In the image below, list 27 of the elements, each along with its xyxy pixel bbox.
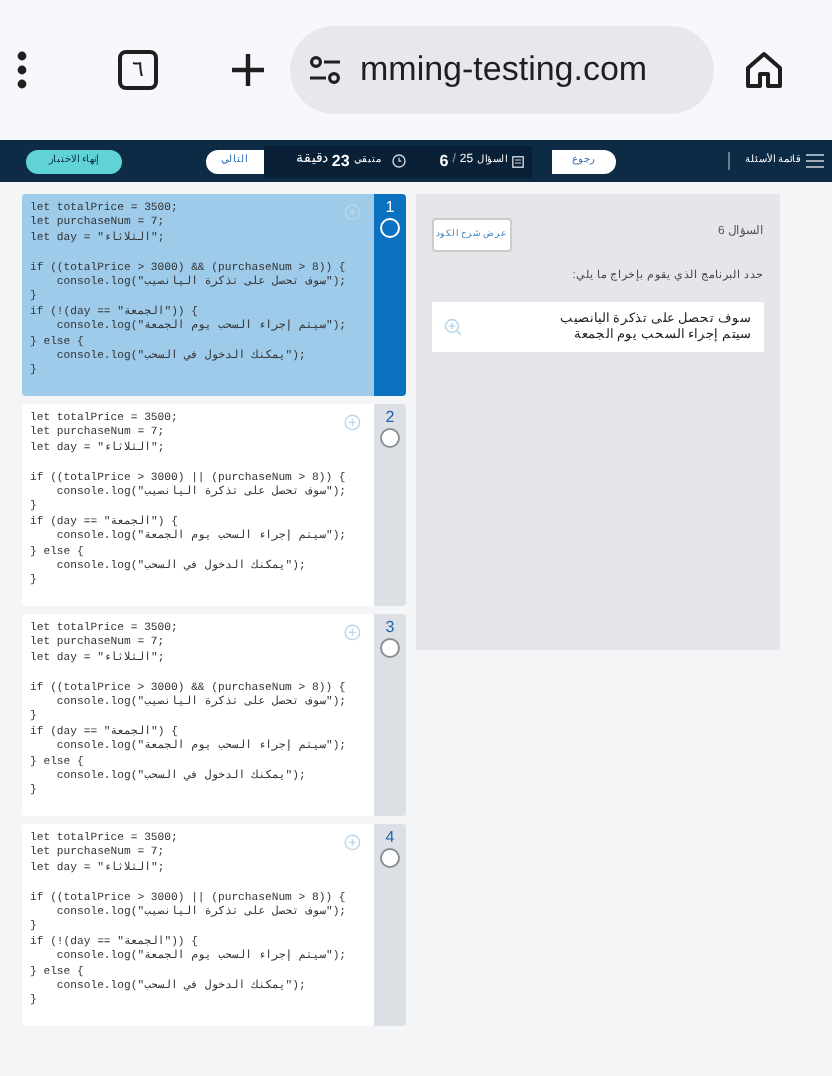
address-bar[interactable]: mming-testing.com	[290, 26, 714, 114]
option-number: 1	[385, 198, 395, 218]
code-option-card[interactable]	[22, 824, 374, 1026]
option-number-strip[interactable]: 1	[374, 194, 406, 396]
code-option-card[interactable]	[22, 404, 374, 606]
radio-button[interactable]	[380, 638, 400, 658]
option-number-strip[interactable]: 3	[374, 614, 406, 816]
time-value: 23	[331, 149, 350, 173]
menu-icon[interactable]	[806, 154, 824, 168]
home-icon[interactable]	[744, 50, 784, 90]
option-number: 2	[385, 408, 395, 428]
clock-icon	[391, 154, 406, 168]
option-number-strip[interactable]: 4	[374, 824, 406, 1026]
tab-count-button[interactable]: ٦	[118, 50, 158, 90]
url-text: mming-testing.com	[360, 48, 648, 93]
option-number-strip[interactable]: 2	[374, 404, 406, 606]
question-current: 6	[439, 149, 449, 173]
more-options-icon[interactable]	[14, 50, 30, 90]
option-number: 3	[385, 618, 395, 638]
code-option-card[interactable]	[22, 194, 374, 396]
option-number: 4	[385, 828, 395, 848]
radio-button[interactable]	[380, 848, 400, 868]
tune-icon[interactable]	[308, 56, 342, 84]
radio-button[interactable]	[380, 428, 400, 448]
code-option-card[interactable]	[22, 614, 374, 816]
document-icon	[511, 155, 524, 167]
plus-icon[interactable]	[230, 52, 266, 88]
